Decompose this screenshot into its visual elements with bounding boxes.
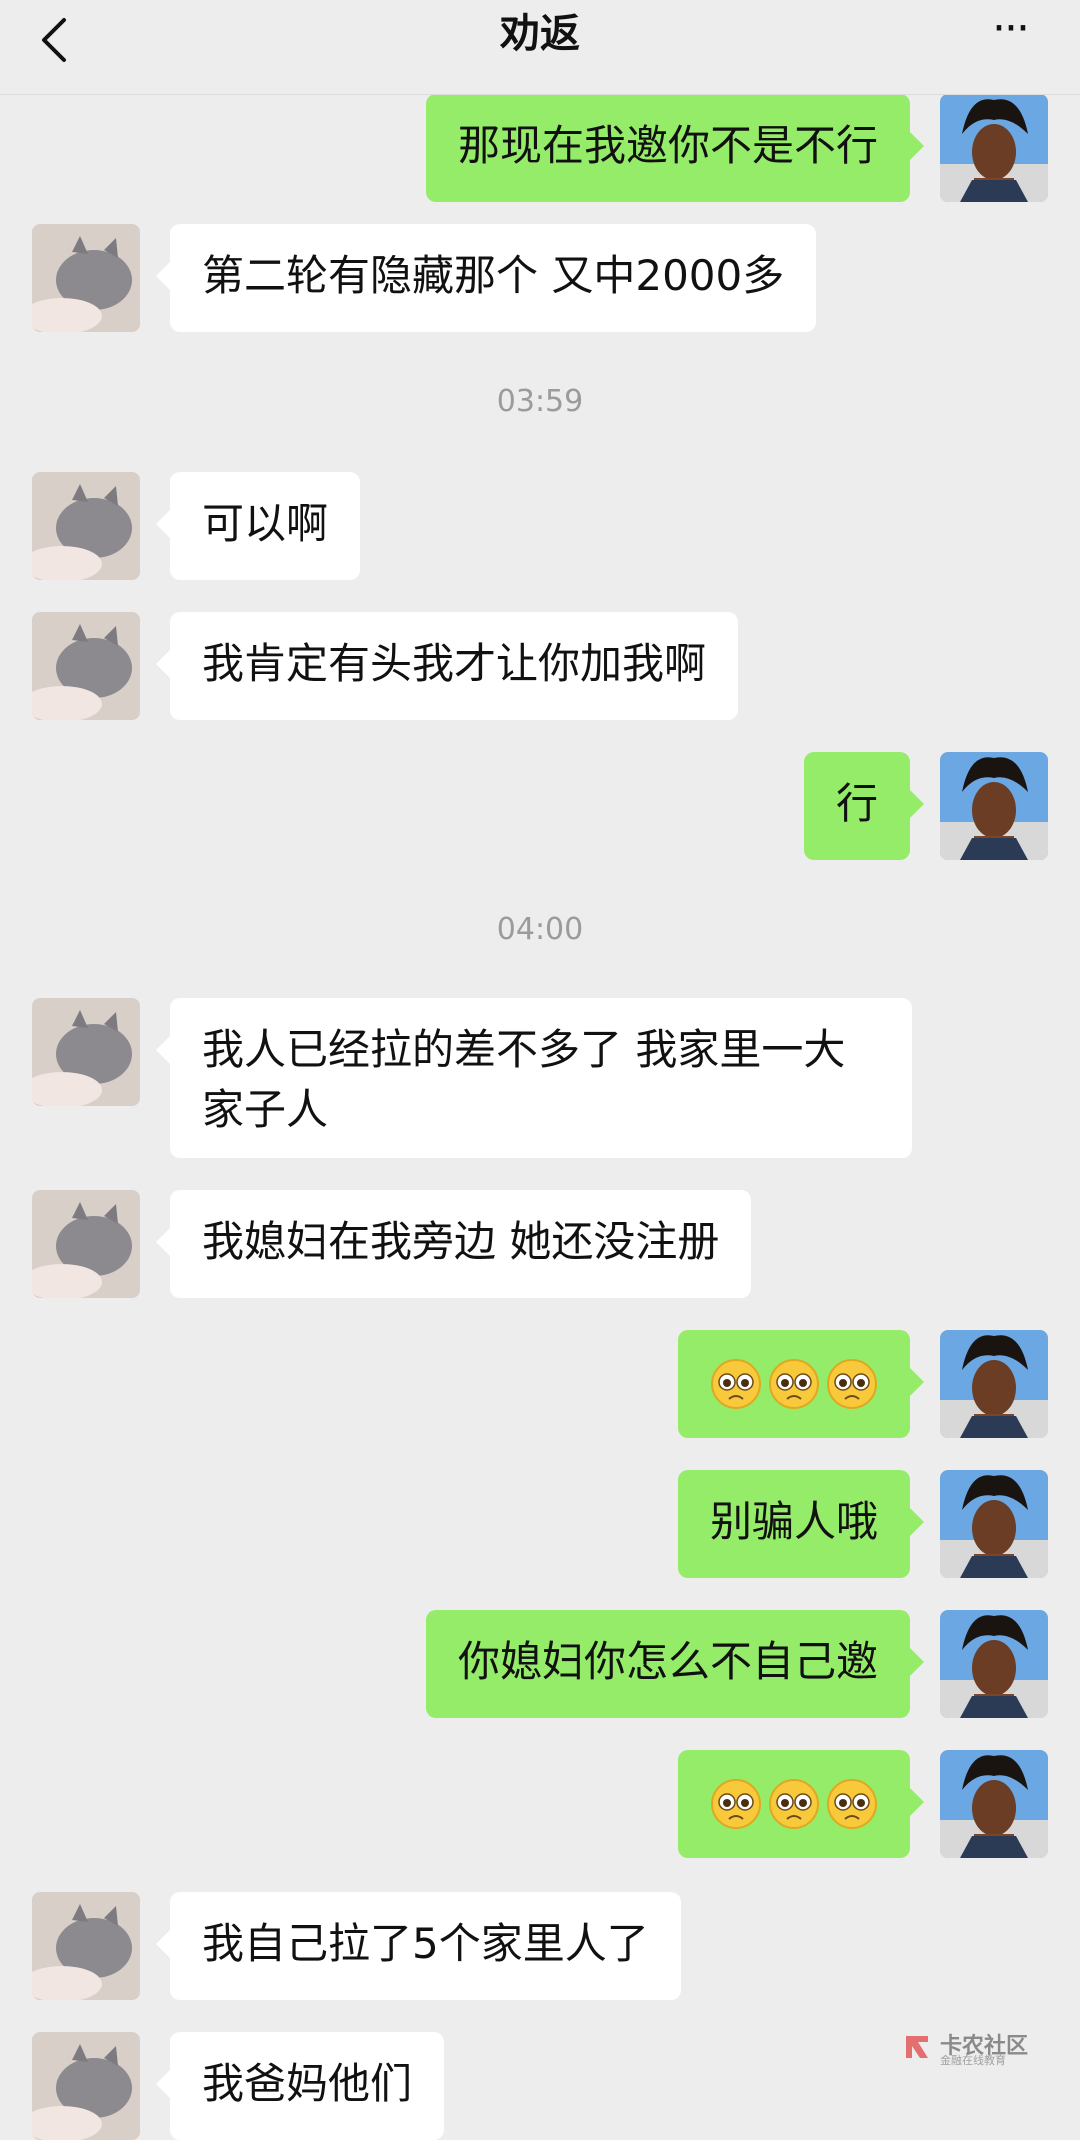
- self-avatar[interactable]: [940, 94, 1048, 202]
- pleading-face-icon: [769, 1779, 819, 1829]
- message-text: 我肯定有头我才让你加我啊: [202, 639, 707, 688]
- contact-avatar[interactable]: [32, 1892, 140, 2000]
- message-bubble[interactable]: 我肯定有头我才让你加我啊: [155, 612, 739, 720]
- emoji-group: [710, 1352, 878, 1416]
- message-bubble[interactable]: [678, 1330, 924, 1438]
- message-bubble[interactable]: 可以啊: [155, 472, 361, 580]
- self-avatar[interactable]: [940, 1750, 1048, 1858]
- message-text: 别骗人哦: [709, 1497, 878, 1546]
- contact-avatar[interactable]: [32, 612, 140, 720]
- message-text: 那现在我邀你不是不行: [457, 121, 878, 170]
- message-text: 我人已经拉的差不多了 我家里一大家子人: [202, 1025, 846, 1134]
- message-bubble[interactable]: 行: [803, 752, 925, 860]
- self-avatar[interactable]: [940, 1470, 1048, 1578]
- message-text: 行: [835, 779, 878, 828]
- message-text: 我媳妇在我旁边 她还没注册: [202, 1217, 720, 1266]
- message-text: 我爸妈他们: [202, 2059, 413, 2108]
- emoji-group: [710, 1772, 878, 1836]
- message-text: 你媳妇你怎么不自己邀: [457, 1637, 878, 1686]
- contact-avatar[interactable]: [32, 2032, 140, 2140]
- contact-avatar[interactable]: [32, 998, 140, 1106]
- self-avatar[interactable]: [940, 1610, 1048, 1718]
- more-options-icon[interactable]: ···: [980, 7, 1040, 54]
- watermark-logo-icon: [906, 2036, 928, 2058]
- watermark: 卡农社区 金融在线教育: [900, 2028, 1030, 2068]
- message-timestamp: 03:59: [496, 384, 584, 419]
- chat-header: 劝返 ···: [0, 0, 1080, 95]
- message-bubble[interactable]: 我自己拉了5个家里人了: [156, 1892, 681, 2000]
- chat-title: 劝返: [500, 11, 580, 57]
- message-bubble[interactable]: 第二轮有隐藏那个 又中2000多: [155, 224, 817, 332]
- message-text: 我自己拉了5个家里人了: [202, 1919, 649, 1968]
- message-bubble[interactable]: 我人已经拉的差不多了 我家里一大家子人: [156, 998, 912, 1158]
- message-bubble[interactable]: 我媳妇在我旁边 她还没注册: [155, 1190, 752, 1298]
- contact-avatar[interactable]: [32, 472, 140, 580]
- watermark-subtext: 金融在线教育: [940, 2054, 1006, 2067]
- message-bubble[interactable]: [678, 1750, 924, 1858]
- contact-avatar[interactable]: [32, 1190, 140, 1298]
- message-timestamp: 04:00: [496, 912, 584, 947]
- contact-avatar[interactable]: [32, 224, 140, 332]
- message-bubble[interactable]: 你媳妇你怎么不自己邀: [425, 1610, 925, 1718]
- message-text: 第二轮有隐藏那个 又中2000多: [202, 251, 785, 300]
- pleading-face-icon: [711, 1359, 761, 1409]
- message-bubble[interactable]: 那现在我邀你不是不行: [425, 94, 925, 202]
- message-bubble[interactable]: 别骗人哦: [677, 1470, 925, 1578]
- message-bubble[interactable]: 我爸妈他们: [155, 2032, 445, 2140]
- message-text: 可以啊: [202, 499, 329, 548]
- self-avatar[interactable]: [940, 1330, 1048, 1438]
- pleading-face-icon: [711, 1779, 761, 1829]
- pleading-face-icon: [827, 1779, 877, 1829]
- pleading-face-icon: [827, 1359, 877, 1409]
- self-avatar[interactable]: [940, 752, 1048, 860]
- pleading-face-icon: [769, 1359, 819, 1409]
